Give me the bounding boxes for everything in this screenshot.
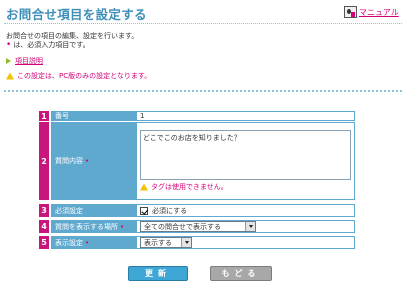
required-note-text: は、必須入力項目です。 (13, 40, 90, 49)
required-mark: • (85, 238, 90, 247)
warning-icon (140, 183, 148, 191)
form-row-number: 1 番号 1 (39, 111, 355, 121)
chevron-down-icon (245, 222, 255, 231)
page-title: お問合せ項目を設定する (6, 7, 147, 22)
warning-icon (6, 72, 14, 80)
arrow-right-icon (6, 58, 11, 64)
required-note: • は、必須入力項目です。 (6, 39, 138, 50)
display-selected: 表示する (144, 238, 172, 247)
form-row-question: 2 質問内容 • どこでこのお店を知りました？ タグは使用できません。 (39, 122, 355, 200)
row-label: 必須設定 (49, 204, 137, 217)
update-button[interactable]: 更新 (128, 266, 188, 281)
title-divider (4, 23, 402, 24)
help-row: 項目説明 (6, 56, 43, 66)
row-label-text: 表示設定 (55, 238, 83, 247)
intro-line: お問合せの項目の編集、設定を行います。 (6, 32, 139, 40)
tag-warning: タグは使用できません。 (140, 182, 228, 192)
tag-warning-text: タグは使用できません。 (151, 183, 228, 191)
placement-cell: 全ての問合せで表示する (137, 220, 355, 233)
pc-only-text: この設定は、PC版のみの設定となります。 (17, 72, 152, 80)
row-label-text: 必須設定 (55, 206, 83, 215)
required-checkbox[interactable] (140, 206, 148, 215)
row-label-text: 質問を表示する場所 (55, 222, 118, 231)
row-number: 1 (39, 111, 49, 121)
required-mark: • (120, 222, 125, 231)
section-divider (4, 90, 402, 92)
row-label-text: 質問内容 (55, 157, 83, 165)
form-row-required: 3 必須設定 必須にする (39, 204, 355, 217)
required-cell: 必須にする (137, 204, 355, 217)
chevron-down-icon (181, 238, 191, 247)
number-value: 1 (137, 111, 355, 121)
row-number: 5 (39, 236, 49, 249)
manual-link[interactable]: マニュアル (344, 6, 399, 18)
manual-label: マニュアル (359, 7, 399, 17)
row-number: 4 (39, 220, 49, 233)
row-number: 2 (39, 122, 49, 200)
display-cell: 表示する (137, 236, 355, 249)
form-row-display: 5 表示設定 • 表示する (39, 236, 355, 249)
row-label: 質問内容 • (49, 122, 137, 200)
form-row-placement: 4 質問を表示する場所 • 全ての問合せで表示する (39, 220, 355, 233)
row-number: 3 (39, 204, 49, 217)
row-label: 表示設定 • (49, 236, 137, 249)
row-label: 番号 (49, 111, 137, 121)
display-select[interactable]: 表示する (140, 237, 192, 248)
intro-text: お問合せの項目の編集、設定を行います。 • は、必須入力項目です。 (6, 32, 138, 49)
row-label: 質問を表示する場所 • (49, 220, 137, 233)
back-button[interactable]: もどる (210, 266, 272, 281)
help-link[interactable]: 項目説明 (15, 56, 43, 66)
manual-icon (344, 6, 357, 18)
placement-selected: 全ての問合せで表示する (144, 222, 221, 231)
question-cell: どこでこのお店を知りました？ タグは使用できません。 (137, 122, 355, 200)
required-mark: • (6, 39, 12, 50)
question-textarea[interactable]: どこでこのお店を知りました？ (140, 130, 351, 180)
row-label-text: 番号 (55, 112, 69, 120)
required-mark: • (85, 157, 90, 165)
placement-select[interactable]: 全ての問合せで表示する (140, 221, 256, 232)
required-checkbox-label: 必須にする (152, 206, 188, 215)
pc-only-warning: この設定は、PC版のみの設定となります。 (6, 71, 151, 81)
